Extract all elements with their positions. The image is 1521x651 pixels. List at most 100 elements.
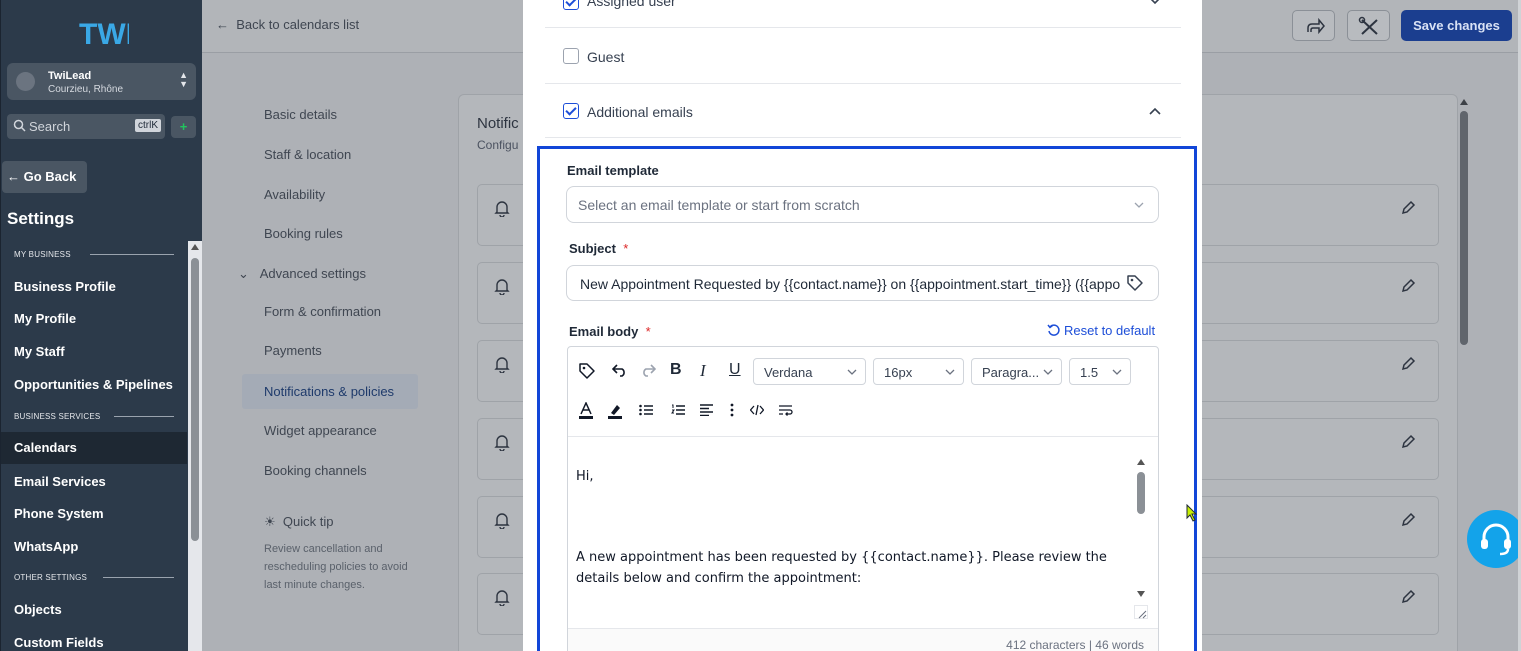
reset-to-default-link[interactable]: Reset to default: [1047, 323, 1155, 338]
section-my-business: MY BUSINESS: [14, 250, 174, 259]
chevron-up-icon[interactable]: [1149, 107, 1161, 115]
subject-input[interactable]: New Appointment Requested by {{contact.n…: [566, 265, 1159, 301]
highlight-color-icon[interactable]: [607, 402, 623, 420]
sidebar-item-email-services[interactable]: Email Services: [14, 474, 106, 489]
scroll-up-arrow-icon[interactable]: [191, 244, 199, 250]
text-color-icon[interactable]: [578, 402, 594, 420]
tag-icon[interactable]: [578, 362, 596, 380]
back-to-calendars-link[interactable]: ← Back to calendars list: [216, 17, 359, 32]
edit-pencil-icon[interactable]: [1400, 589, 1416, 605]
sidebar-scrollbar[interactable]: [188, 241, 203, 651]
font-family-select[interactable]: Verdana: [753, 358, 866, 385]
quick-action-bolt-icon[interactable]: +: [171, 116, 196, 138]
sidebar-item-whatsapp[interactable]: WhatsApp: [14, 539, 78, 554]
subnav-booking-rules[interactable]: Booking rules: [264, 226, 343, 241]
scroll-down-arrow-icon[interactable]: [1137, 591, 1145, 597]
email-body-content[interactable]: Hi, A new appointment has been requested…: [568, 438, 1158, 628]
reset-label: Reset to default: [1064, 323, 1156, 338]
numbered-list-icon[interactable]: [671, 404, 685, 416]
share-button[interactable]: [1292, 10, 1335, 41]
sidebar-scroll-thumb[interactable]: [191, 258, 199, 541]
location-avatar-icon: [16, 72, 35, 91]
bold-icon[interactable]: B: [670, 361, 682, 379]
main-scroll-thumb[interactable]: [1460, 111, 1468, 345]
more-options-icon[interactable]: [730, 403, 734, 417]
bell-icon: [494, 279, 510, 295]
paragraph-format-value: Paragra...: [982, 365, 1040, 380]
edit-pencil-icon[interactable]: [1400, 512, 1416, 528]
undo-icon[interactable]: [612, 363, 628, 377]
subnav-basic-details[interactable]: Basic details: [264, 107, 337, 122]
recipient-row-assigned-user[interactable]: Assigned user: [545, 0, 1181, 28]
tag-icon[interactable]: [1126, 274, 1144, 292]
editor-toolbar: B I U Verdana 16px Paragra... 1.5: [568, 347, 1158, 437]
subject-value: New Appointment Requested by {{contact.n…: [580, 276, 1120, 292]
advanced-settings-label: Advanced settings: [259, 266, 366, 281]
assigned-user-checkbox[interactable]: [563, 0, 579, 10]
go-back-label: Go Back: [23, 169, 77, 184]
chevron-down-icon: [847, 369, 857, 375]
chevron-down-icon[interactable]: [1149, 0, 1161, 5]
sidebar-item-calendars[interactable]: Calendars: [1, 432, 187, 464]
account-name: TwiLead: [48, 70, 92, 82]
redo-icon[interactable]: [640, 363, 656, 377]
panel-title: Notific: [477, 115, 519, 132]
scroll-up-arrow-icon[interactable]: [1460, 99, 1468, 105]
search-input[interactable]: Search ctrlK: [7, 114, 165, 139]
italic-icon[interactable]: I: [700, 361, 706, 381]
sidebar-item-my-profile[interactable]: My Profile: [14, 311, 76, 326]
font-family-value: Verdana: [764, 365, 813, 380]
edit-pencil-icon[interactable]: [1400, 278, 1416, 294]
recipient-row-additional-emails[interactable]: Additional emails: [545, 84, 1181, 138]
edit-pencil-icon[interactable]: [1400, 434, 1416, 450]
subnav-notifications-policies[interactable]: Notifications & policies: [242, 374, 418, 409]
paragraph-format-select[interactable]: Paragra...: [971, 358, 1062, 385]
subnav-availability[interactable]: Availability: [264, 187, 325, 202]
lightbulb-icon: ☀: [264, 514, 276, 529]
font-size-select[interactable]: 16px: [873, 358, 964, 385]
edit-pencil-icon[interactable]: [1400, 200, 1416, 216]
resize-handle-icon[interactable]: [1134, 605, 1148, 619]
email-template-select[interactable]: Select an email template or start from s…: [566, 186, 1159, 223]
search-placeholder: Search: [29, 119, 71, 134]
edit-pencil-icon[interactable]: [1400, 356, 1416, 372]
tools-button[interactable]: [1347, 10, 1390, 41]
code-view-icon[interactable]: [750, 404, 764, 416]
body-greeting: Hi,: [576, 469, 594, 484]
search-shortcut: ctrlK: [135, 119, 161, 132]
subnav-form-confirmation[interactable]: Form & confirmation: [264, 304, 381, 319]
bulleted-list-icon[interactable]: [639, 404, 653, 416]
chevron-down-icon: [945, 369, 955, 375]
sidebar-item-opportunities[interactable]: Opportunities & Pipelines: [14, 377, 173, 392]
account-switcher[interactable]: TwiLead Courzieu, Rhône ▲ ▼: [7, 63, 196, 100]
sidebar-item-my-staff[interactable]: My Staff: [14, 344, 65, 359]
go-back-button[interactable]: ← Go Back: [2, 161, 87, 193]
headset-icon: [1481, 523, 1511, 556]
sidebar-item-business-profile[interactable]: Business Profile: [14, 279, 116, 294]
scroll-up-arrow-icon[interactable]: [1137, 459, 1145, 465]
subnav-booking-channels[interactable]: Booking channels: [264, 463, 367, 478]
subnav-widget-appearance[interactable]: Widget appearance: [264, 423, 377, 438]
editor-scroll-thumb[interactable]: [1137, 472, 1145, 514]
save-changes-button[interactable]: Save changes: [1401, 10, 1512, 41]
subnav-payments[interactable]: Payments: [264, 343, 322, 358]
sidebar-item-phone-system[interactable]: Phone System: [14, 506, 104, 521]
subnav-advanced-settings[interactable]: ⌄ Advanced settings: [238, 266, 366, 282]
text-wrap-icon[interactable]: [779, 404, 793, 416]
subnav-staff-location[interactable]: Staff & location: [264, 147, 351, 162]
rich-text-editor: B I U Verdana 16px Paragra... 1.5 Hi, A …: [567, 346, 1159, 651]
editor-scrollbar[interactable]: [1134, 447, 1148, 607]
help-support-button[interactable]: [1467, 510, 1521, 568]
sidebar-item-objects[interactable]: Objects: [14, 602, 62, 617]
bell-icon: [494, 513, 510, 529]
mouse-cursor-icon: [1186, 504, 1198, 522]
underline-icon[interactable]: U: [729, 361, 741, 379]
font-size-value: 16px: [884, 365, 913, 380]
guest-checkbox[interactable]: [563, 48, 579, 64]
required-marker: *: [623, 241, 629, 256]
sidebar-item-custom-fields[interactable]: Custom Fields: [14, 635, 104, 650]
align-icon[interactable]: [700, 404, 713, 416]
line-height-select[interactable]: 1.5: [1069, 358, 1131, 385]
recipient-row-guest[interactable]: Guest: [545, 28, 1181, 84]
additional-emails-checkbox[interactable]: [563, 103, 579, 119]
